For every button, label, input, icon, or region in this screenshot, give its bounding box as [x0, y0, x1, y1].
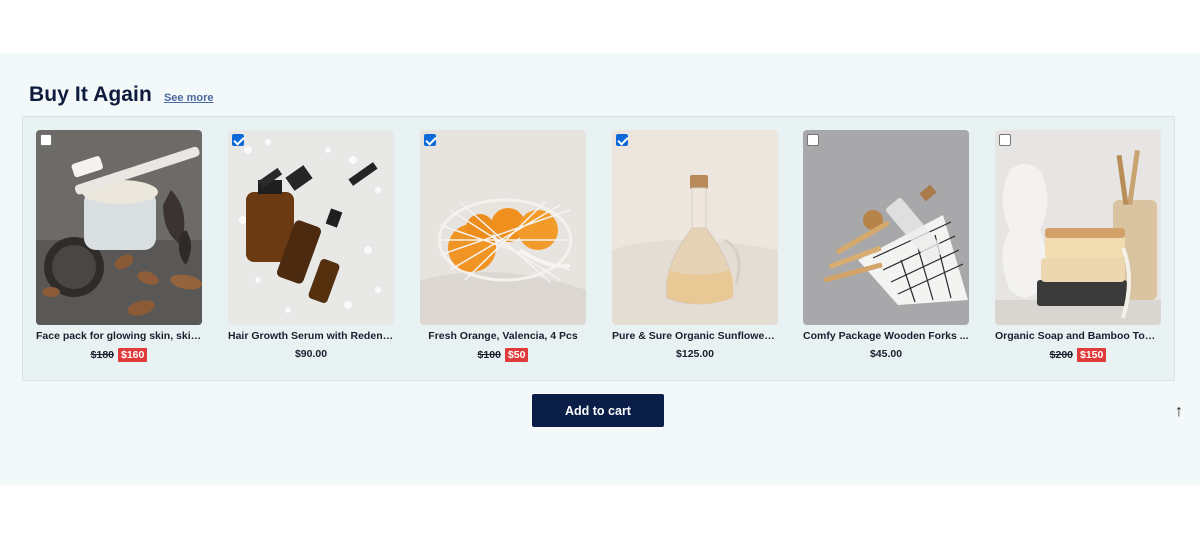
select-checkbox[interactable] — [807, 134, 819, 146]
product-card[interactable]: Hair Growth Serum with Redens... $90.00 — [228, 130, 394, 360]
price-row: $45.00 — [803, 348, 969, 360]
price-row: $125.00 — [612, 348, 778, 360]
price-row: $100 $50 — [420, 348, 586, 362]
price: $45.00 — [869, 348, 903, 360]
product-carousel: Face pack for glowing skin, skin ... $18… — [22, 116, 1175, 381]
product-image-oranges[interactable] — [420, 130, 586, 325]
buy-it-again-section: Buy It Again See more Face pack for glow… — [0, 53, 1200, 485]
product-name[interactable]: Organic Soap and Bamboo Toot... — [995, 330, 1161, 342]
price-row: $180 $160 — [36, 348, 202, 362]
select-checkbox[interactable] — [232, 134, 244, 146]
sale-price: $50 — [504, 348, 529, 362]
price: $125.00 — [676, 348, 714, 360]
product-card[interactable]: Pure & Sure Organic Sunflower ... $125.0… — [612, 130, 778, 360]
price-row: $90.00 — [228, 348, 394, 360]
original-price: $180 — [90, 349, 114, 361]
product-name[interactable]: Hair Growth Serum with Redens... — [228, 330, 394, 342]
product-card[interactable]: Comfy Package Wooden Forks ... $45.00 — [803, 130, 969, 360]
price: $90.00 — [294, 348, 328, 360]
select-checkbox[interactable] — [424, 134, 436, 146]
product-card[interactable]: Fresh Orange, Valencia, 4 Pcs $100 $50 — [420, 130, 586, 362]
arrow-up-icon[interactable]: ↑ — [1175, 403, 1183, 421]
product-image-soap-bamboo[interactable] — [995, 130, 1161, 325]
product-image-wooden-forks[interactable] — [803, 130, 969, 325]
section-header: Buy It Again See more — [29, 83, 213, 107]
product-name[interactable]: Pure & Sure Organic Sunflower ... — [612, 330, 778, 342]
price-row: $200 $150 — [995, 348, 1161, 362]
product-image-hair-serum[interactable] — [228, 130, 394, 325]
add-to-cart-button[interactable]: Add to cart — [532, 394, 664, 427]
select-checkbox[interactable] — [40, 134, 52, 146]
product-name[interactable]: Comfy Package Wooden Forks ... — [803, 330, 969, 342]
product-card[interactable]: Organic Soap and Bamboo Toot... $200 $15… — [995, 130, 1161, 362]
see-more-link[interactable]: See more — [164, 92, 214, 104]
product-image-sunflower-oil[interactable] — [612, 130, 778, 325]
select-checkbox[interactable] — [616, 134, 628, 146]
product-card[interactable]: Face pack for glowing skin, skin ... $18… — [36, 130, 202, 362]
sale-price: $150 — [1077, 348, 1107, 362]
product-image-face-pack[interactable] — [36, 130, 202, 325]
product-name[interactable]: Fresh Orange, Valencia, 4 Pcs — [420, 330, 586, 342]
original-price: $200 — [1049, 349, 1073, 361]
original-price: $100 — [477, 349, 501, 361]
select-checkbox[interactable] — [999, 134, 1011, 146]
section-title: Buy It Again — [29, 83, 152, 106]
product-name[interactable]: Face pack for glowing skin, skin ... — [36, 330, 202, 342]
sale-price: $160 — [118, 348, 148, 362]
